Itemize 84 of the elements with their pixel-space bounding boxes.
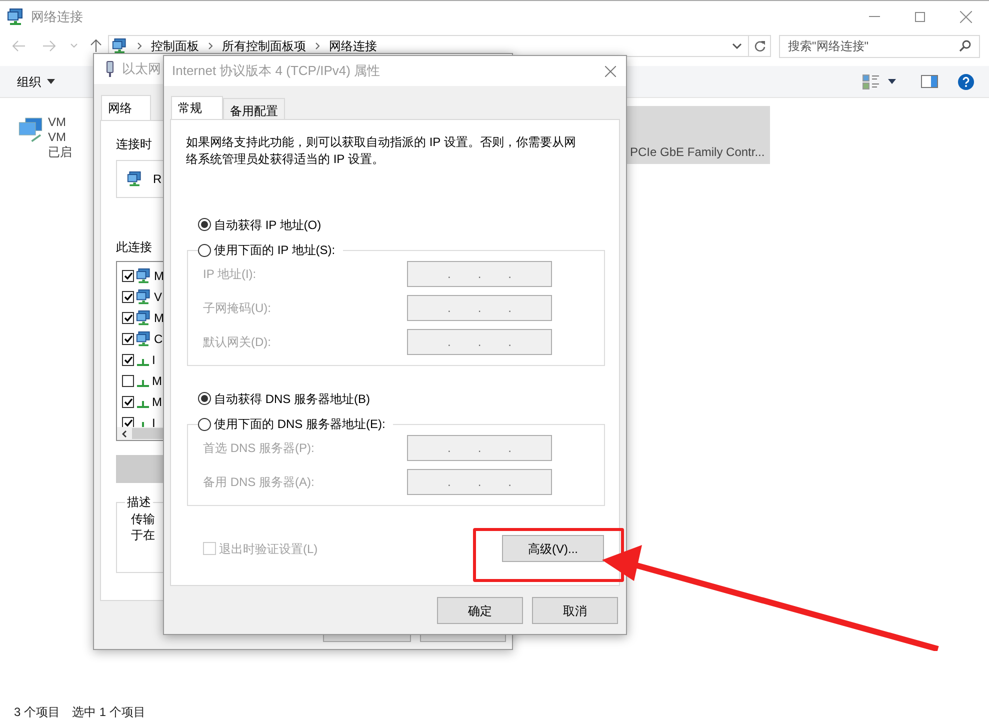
- breadcrumb[interactable]: 控制面板: [151, 37, 199, 55]
- radio-button[interactable]: [198, 418, 211, 430]
- radio-button[interactable]: [198, 244, 211, 256]
- network-icon: [7, 8, 25, 26]
- caret-icon[interactable]: [888, 79, 896, 84]
- checkbox[interactable]: [122, 354, 134, 366]
- breadcrumb[interactable]: 网络连接: [329, 37, 377, 55]
- up-icon[interactable]: [90, 39, 102, 53]
- preview-pane-icon[interactable]: [921, 75, 938, 88]
- search-icon: [959, 40, 971, 52]
- network-icon: [112, 38, 128, 54]
- status-text: 选中 1 个项目: [72, 704, 146, 720]
- help-icon[interactable]: [958, 74, 974, 90]
- close-icon[interactable]: [605, 66, 616, 76]
- checkbox[interactable]: [122, 270, 134, 282]
- component-name: M: [152, 372, 162, 390]
- checkbox-label: 退出时验证设置(L): [219, 540, 318, 558]
- item-text: PCIe GbE Family Contr...: [630, 145, 765, 160]
- field-label: IP 地址(I):: [203, 266, 258, 283]
- organize-menu[interactable]: 组织: [17, 72, 55, 90]
- dialog-title: 以太网: [122, 60, 161, 78]
- status-text: 3 个项目: [14, 704, 60, 720]
- close-icon[interactable]: [960, 10, 972, 22]
- field-label: 备用 DNS 服务器(A):: [203, 474, 316, 491]
- field-label: 首选 DNS 服务器(P):: [203, 440, 316, 457]
- dialog-button[interactable]: 确定: [437, 597, 523, 624]
- advanced-button[interactable]: 高级(V)...: [502, 535, 604, 562]
- component-name: M: [154, 268, 164, 284]
- component-name: M: [154, 310, 164, 326]
- component-name: I: [152, 352, 156, 368]
- item-text: VM: [48, 115, 67, 130]
- chevron-right-icon: [137, 42, 142, 50]
- protocol-icon: [137, 401, 149, 408]
- component-name: C: [154, 330, 163, 348]
- option-label: 使用下面的 DNS 服务器地址(E):: [214, 416, 386, 433]
- search-field[interactable]: 搜索"网络连接": [779, 34, 980, 58]
- network-icon: [136, 268, 152, 284]
- field-label: 默认网关(D):: [203, 334, 272, 351]
- section-label: 此连接: [116, 239, 152, 255]
- description-text: 于在: [131, 527, 155, 543]
- protocol-icon: [137, 380, 149, 387]
- tab[interactable]: 备用配置: [223, 98, 285, 119]
- component-name: M: [152, 394, 162, 410]
- tab[interactable]: 常规: [171, 96, 223, 119]
- chevron-right-icon: [315, 42, 320, 50]
- scroll-left-icon[interactable]: [122, 430, 127, 438]
- checkbox[interactable]: [122, 332, 134, 344]
- tab[interactable]: 网络: [101, 95, 151, 120]
- network-icon: [136, 288, 152, 304]
- protocol-icon: [137, 359, 149, 366]
- breadcrumb[interactable]: 所有控制面板项: [222, 37, 306, 55]
- dialog-button[interactable]: 取消: [532, 597, 618, 624]
- chevron-down-icon[interactable]: [732, 43, 742, 49]
- radio-button[interactable]: [198, 392, 211, 405]
- ethernet-plug-icon: [106, 61, 114, 77]
- component-name: V: [154, 288, 162, 306]
- window-title: 网络连接: [31, 8, 83, 26]
- checkbox[interactable]: [122, 396, 134, 408]
- option-label: 自动获得 DNS 服务器地址(B): [214, 390, 370, 408]
- network-icon: [136, 330, 152, 346]
- dialog-title: Internet 协议版本 4 (TCP/IPv4) 属性: [172, 62, 380, 80]
- search-placeholder: 搜索"网络连接": [788, 38, 869, 55]
- option-label: 使用下面的 IP 地址(S):: [214, 242, 336, 259]
- chevron-right-icon: [208, 42, 213, 50]
- checkbox[interactable]: [122, 312, 134, 324]
- adapter-item[interactable]: VM VM 已启: [15, 106, 75, 164]
- item-text: 已启: [48, 145, 72, 160]
- caret-icon: [47, 79, 55, 84]
- description-text: 传输: [131, 511, 155, 527]
- field-label: 子网掩码(U):: [203, 300, 272, 317]
- component-name: I: [152, 414, 156, 427]
- network-icon: [136, 310, 152, 326]
- network-icon: [127, 171, 143, 187]
- checkbox[interactable]: [122, 290, 134, 302]
- adapter-name: R: [153, 171, 162, 188]
- item-text: VM: [48, 130, 67, 145]
- group-label: 描述: [126, 494, 152, 511]
- checkbox[interactable]: [122, 416, 134, 427]
- section-label: 连接时: [116, 136, 152, 152]
- intro-text: 如果网络支持此功能，则可以获取自动指派的 IP 设置。否则，你需要从网络系统管理员处获得适当的 IP 设置。: [186, 134, 577, 168]
- checkbox[interactable]: [122, 374, 134, 386]
- radio-button[interactable]: [198, 218, 211, 231]
- view-icon[interactable]: [862, 74, 880, 90]
- option-label: 自动获得 IP 地址(O): [214, 216, 322, 234]
